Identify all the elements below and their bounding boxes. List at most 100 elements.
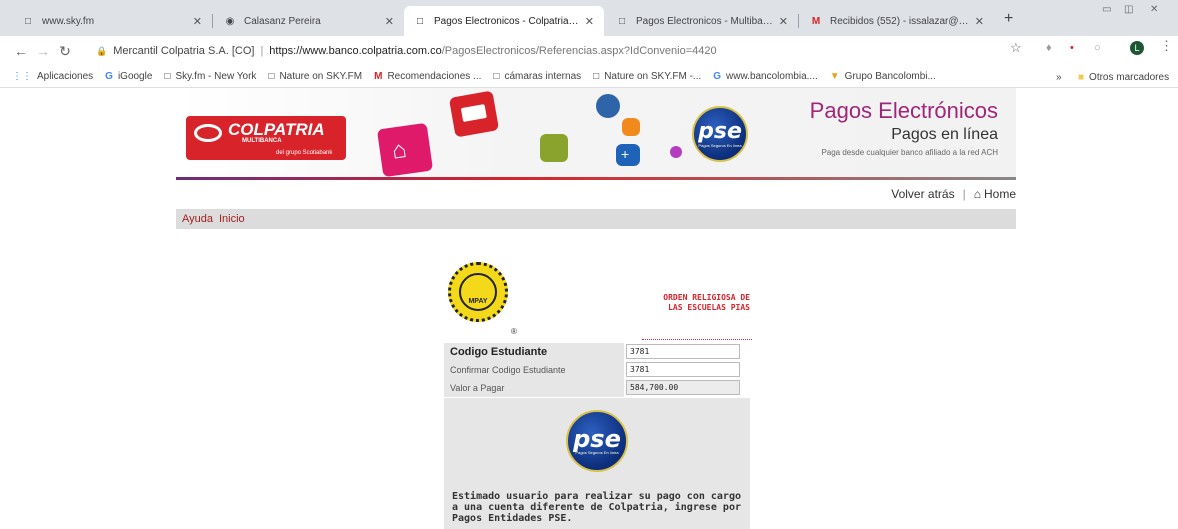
address-bar[interactable]: 🔒 Mercantil Colpatria S.A. [CO] | https:… (96, 40, 1026, 62)
certificate-org: Mercantil Colpatria S.A. [CO] (113, 45, 255, 57)
close-icon[interactable]: ✕ (585, 15, 594, 28)
org-underline (642, 339, 752, 340)
new-tab-button[interactable]: + (1004, 10, 1013, 28)
close-icon[interactable]: ✕ (779, 15, 788, 28)
reload-icon[interactable]: ↻ (54, 43, 76, 60)
help-link[interactable]: Ayuda (182, 213, 213, 225)
form-row: Codigo Estudiante 3781 (444, 342, 750, 361)
tab-title: Pagos Electronicos - Multibanca (636, 15, 773, 27)
bookmark-label: Nature on SKY.FM -... (604, 71, 702, 82)
subnav-separator: | (962, 187, 966, 201)
other-bookmarks-label: Otros marcadores (1089, 71, 1170, 83)
banner-title: Pagos Electrónicos (809, 98, 998, 123)
bookmark-star-icon[interactable]: ☆ (1010, 40, 1022, 56)
home-icon[interactable]: ⌂ (974, 187, 981, 201)
extension-icon[interactable]: ♦ (1046, 42, 1052, 54)
close-icon[interactable]: ✕ (975, 15, 984, 28)
tile-graphic (622, 118, 640, 136)
form-row: Confirmar Codigo Estudiante 3781 (444, 360, 750, 379)
pse-button[interactable]: pse Pagos Seguros En línea (566, 410, 628, 472)
subnav: Volver atrás | ⌂ Home (176, 182, 1016, 206)
tab-divider (212, 14, 213, 28)
colpatria-logo[interactable]: COLPATRIA MULTIBANCA del grupo Scotiaban… (186, 116, 346, 160)
tab-title: Pagos Electronicos - Colpatria Re (434, 15, 579, 27)
google-icon: G (105, 71, 113, 82)
colpatria-logo-mark (194, 124, 222, 142)
tab-gmail[interactable]: M Recibidos (552) - issalazar@calas ✕ (800, 6, 994, 36)
brand-group: del grupo Scotiabank (276, 150, 333, 156)
home-link[interactable]: Home (984, 187, 1016, 201)
tile-graphic (670, 146, 682, 158)
pse-notice: Estimado usuario para realizar su pago c… (452, 491, 741, 524)
tab-multibanca[interactable]: □ Pagos Electronicos - Multibanca ✕ (606, 6, 798, 36)
google-icon: G (713, 71, 722, 82)
amount-label: Valor a Pagar (444, 378, 624, 397)
extension-icon[interactable]: ○ (1094, 42, 1101, 54)
tab-calasanz[interactable]: ◉ Calasanz Pereira ✕ (214, 6, 404, 36)
bookmark-grupo-bancolombia[interactable]: ▼ Grupo Bancolombi... (830, 71, 936, 82)
page-icon: □ (593, 71, 600, 82)
tile-graphic (540, 134, 568, 162)
menu-icon[interactable]: ⋮ (1160, 38, 1173, 54)
payment-form: Codigo Estudiante 3781 Confirmar Codigo … (444, 342, 750, 397)
bookmark-igoogle[interactable]: GiGoogle (105, 71, 152, 82)
confirm-code-label: Confirmar Codigo Estudiante (444, 360, 624, 379)
page-icon: □ (268, 71, 275, 82)
other-bookmarks[interactable]: ■ Otros marcadores (1078, 66, 1169, 88)
banner-subtitle: Pagos en línea (891, 126, 998, 143)
back-link[interactable]: Volver atrás (891, 187, 954, 201)
lock-icon: 🔒 (96, 45, 108, 56)
bank-icon: ▼ (829, 71, 840, 82)
page-icon: □ (493, 71, 500, 82)
restore-icon[interactable]: ◫ (1124, 4, 1133, 15)
tab-title: Calasanz Pereira (244, 15, 321, 27)
bookmark-label: Grupo Bancolombi... (844, 71, 936, 82)
url-separator: | (260, 45, 264, 57)
profile-avatar[interactable]: L (1130, 41, 1144, 55)
bookmark-apps[interactable]: ⋮⋮ Aplicaciones (12, 71, 93, 82)
brand-sub: MULTIBANCA (242, 138, 282, 144)
bookmarks-overflow[interactable]: » (1056, 66, 1062, 88)
home-tile-graphic: ⌂ (376, 122, 434, 178)
folder-icon: ■ (1078, 71, 1085, 83)
organization-name: ORDEN RELIGIOSA DE LAS ESCUELAS PIAS (610, 293, 750, 313)
extension-icon[interactable]: • (1070, 42, 1074, 54)
tile-graphic (596, 94, 620, 118)
banner-divider (176, 177, 1016, 180)
bookmark-bancolombia[interactable]: Gwww.bancolombia.... (713, 71, 818, 82)
tab-sky-fm[interactable]: □ www.sky.fm ✕ (12, 6, 212, 36)
organization-seal: MPAY (448, 262, 508, 322)
registered-mark: ® (511, 327, 517, 336)
page-icon: □ (164, 71, 171, 82)
bookmark-label: Recomendaciones ... (387, 71, 482, 82)
forward-icon[interactable]: → (32, 43, 54, 59)
minimize-icon[interactable]: ▭ (1102, 4, 1111, 15)
pse-section: pse Pagos Seguros En línea (444, 398, 750, 490)
bookmark-label: Nature on SKY.FM (279, 71, 363, 82)
pse-logo-banner: pse Pagos Seguros En línea (692, 106, 748, 162)
back-icon[interactable]: ← (10, 43, 32, 59)
bookmark-label: Sky.fm - New York (175, 71, 257, 82)
start-link[interactable]: Inicio (219, 213, 245, 225)
banner-tagline: Paga desde cualquier banco afiliado a la… (821, 148, 998, 157)
bookmark-nature[interactable]: □ Nature on SKY.FM (268, 71, 362, 82)
tab-colpatria-active[interactable]: □ Pagos Electronicos - Colpatria Re ✕ (404, 6, 604, 36)
bookmark-nature-2[interactable]: □ Nature on SKY.FM -... (593, 71, 701, 82)
close-window-icon[interactable]: ✕ (1150, 4, 1158, 15)
house-icon: ⌂ (390, 135, 409, 165)
bookmark-camaras[interactable]: □ cámaras internas (493, 71, 581, 82)
close-icon[interactable]: ✕ (193, 15, 202, 28)
org-name-line: LAS ESCUELAS PIAS (668, 303, 750, 312)
bookmark-skyfm[interactable]: □ Sky.fm - New York (164, 71, 256, 82)
tab-title: www.sky.fm (42, 15, 95, 27)
tab-title: Recibidos (552) - issalazar@calas (830, 15, 969, 27)
bookmark-label: cámaras internas (504, 71, 582, 82)
bookmarks-bar: ⋮⋮ Aplicaciones GiGoogle □ Sky.fm - New Yo… (0, 66, 1178, 88)
tab-divider (798, 14, 799, 28)
close-icon[interactable]: ✕ (385, 15, 394, 28)
menu-bar: Ayuda Inicio (176, 209, 1016, 229)
confirm-code-input[interactable]: 3781 (626, 362, 740, 377)
student-code-input[interactable]: 3781 (626, 344, 740, 359)
card-icon (460, 104, 487, 122)
bookmark-recomendaciones[interactable]: M Recomendaciones ... (374, 71, 481, 82)
